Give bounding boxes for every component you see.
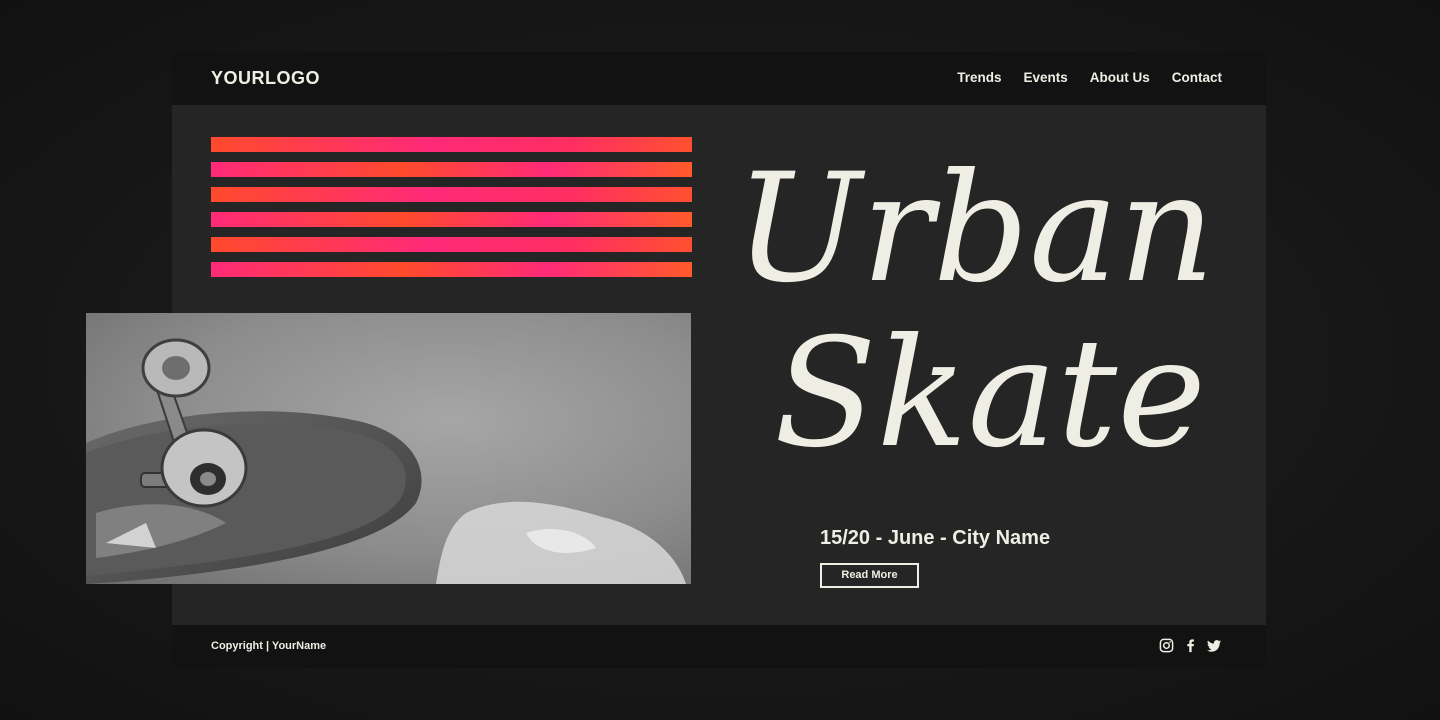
social-links bbox=[1159, 638, 1222, 653]
stripe bbox=[211, 162, 692, 177]
stripe bbox=[211, 262, 692, 277]
hero-title-line1: Urban bbox=[735, 142, 1215, 316]
facebook-icon[interactable] bbox=[1183, 638, 1198, 653]
nav-trends[interactable]: Trends bbox=[957, 69, 1001, 86]
instagram-icon[interactable] bbox=[1159, 638, 1174, 653]
nav-about-us[interactable]: About Us bbox=[1090, 69, 1150, 86]
nav-events[interactable]: Events bbox=[1023, 69, 1067, 86]
main-nav: Trends Events About Us Contact bbox=[957, 69, 1222, 86]
twitter-icon[interactable] bbox=[1207, 638, 1222, 653]
stripe bbox=[211, 137, 692, 152]
site-logo[interactable]: YOURLOGO bbox=[211, 67, 320, 89]
skateboard-photo bbox=[86, 313, 691, 584]
stripe bbox=[211, 237, 692, 252]
event-date: 15/20 - June - City Name bbox=[820, 527, 1051, 549]
hero-title-line2: Skate bbox=[774, 307, 1206, 481]
nav-contact[interactable]: Contact bbox=[1172, 69, 1222, 86]
hero-title: Urban Skate bbox=[735, 142, 1215, 481]
stripe bbox=[211, 212, 692, 227]
footer-bar bbox=[172, 625, 1266, 668]
skateboard-illustration bbox=[86, 313, 691, 584]
read-more-button[interactable]: Read More bbox=[820, 563, 919, 588]
copyright-text: Copyright | YourName bbox=[211, 640, 327, 652]
gradient-stripes-decoration bbox=[211, 137, 692, 287]
stripe bbox=[211, 187, 692, 202]
